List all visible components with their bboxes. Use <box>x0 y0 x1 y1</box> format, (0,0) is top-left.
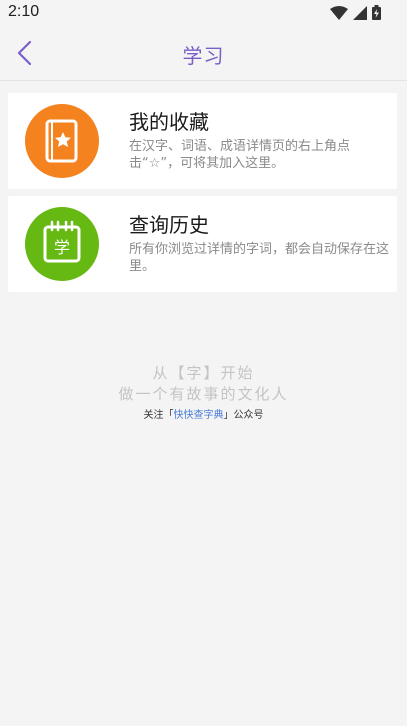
page-title: 学习 <box>182 44 225 68</box>
history-card[interactable]: 学 查询历史 所有你浏览过详情的字词，都会自动保存在这里。 <box>8 196 397 292</box>
follow-suffix: 」公众号 <box>223 410 264 421</box>
status-bar: 2:10 <box>0 0 407 26</box>
history-icon-glyph: 学 <box>54 238 70 257</box>
favorites-title: 我的收藏 <box>129 110 209 134</box>
bookmark-star-icon <box>45 119 78 163</box>
history-title: 查询历史 <box>129 213 209 237</box>
signal-icon <box>353 5 367 20</box>
slogan-line-1: 从【字】开始 <box>152 364 255 382</box>
history-icon-circle: 学 <box>25 207 99 281</box>
status-time: 2:10 <box>8 3 40 20</box>
favorites-icon-circle <box>25 104 99 178</box>
notebook-xue-icon: 学 <box>43 220 81 263</box>
status-icons <box>330 5 381 20</box>
history-description: 所有你浏览过详情的字词，都会自动保存在这里。 <box>129 242 390 274</box>
official-account-name: 快快查字典 <box>173 410 224 421</box>
follow-prefix: 关注「 <box>143 410 174 421</box>
slogan-line-2: 做一个有故事的文化人 <box>118 385 289 403</box>
battery-icon <box>372 5 381 20</box>
favorites-description: 在汉字、词语、成语详情页的右上角点击“☆”，可将其加入这里。 <box>129 139 351 171</box>
wifi-icon <box>330 5 348 20</box>
favorites-card[interactable]: 我的收藏 在汉字、词语、成语详情页的右上角点击“☆”，可将其加入这里。 <box>8 93 397 189</box>
app-bar: 学习 <box>0 26 407 81</box>
follow-text: 关注「快快查字典」公众号 <box>0 406 407 421</box>
